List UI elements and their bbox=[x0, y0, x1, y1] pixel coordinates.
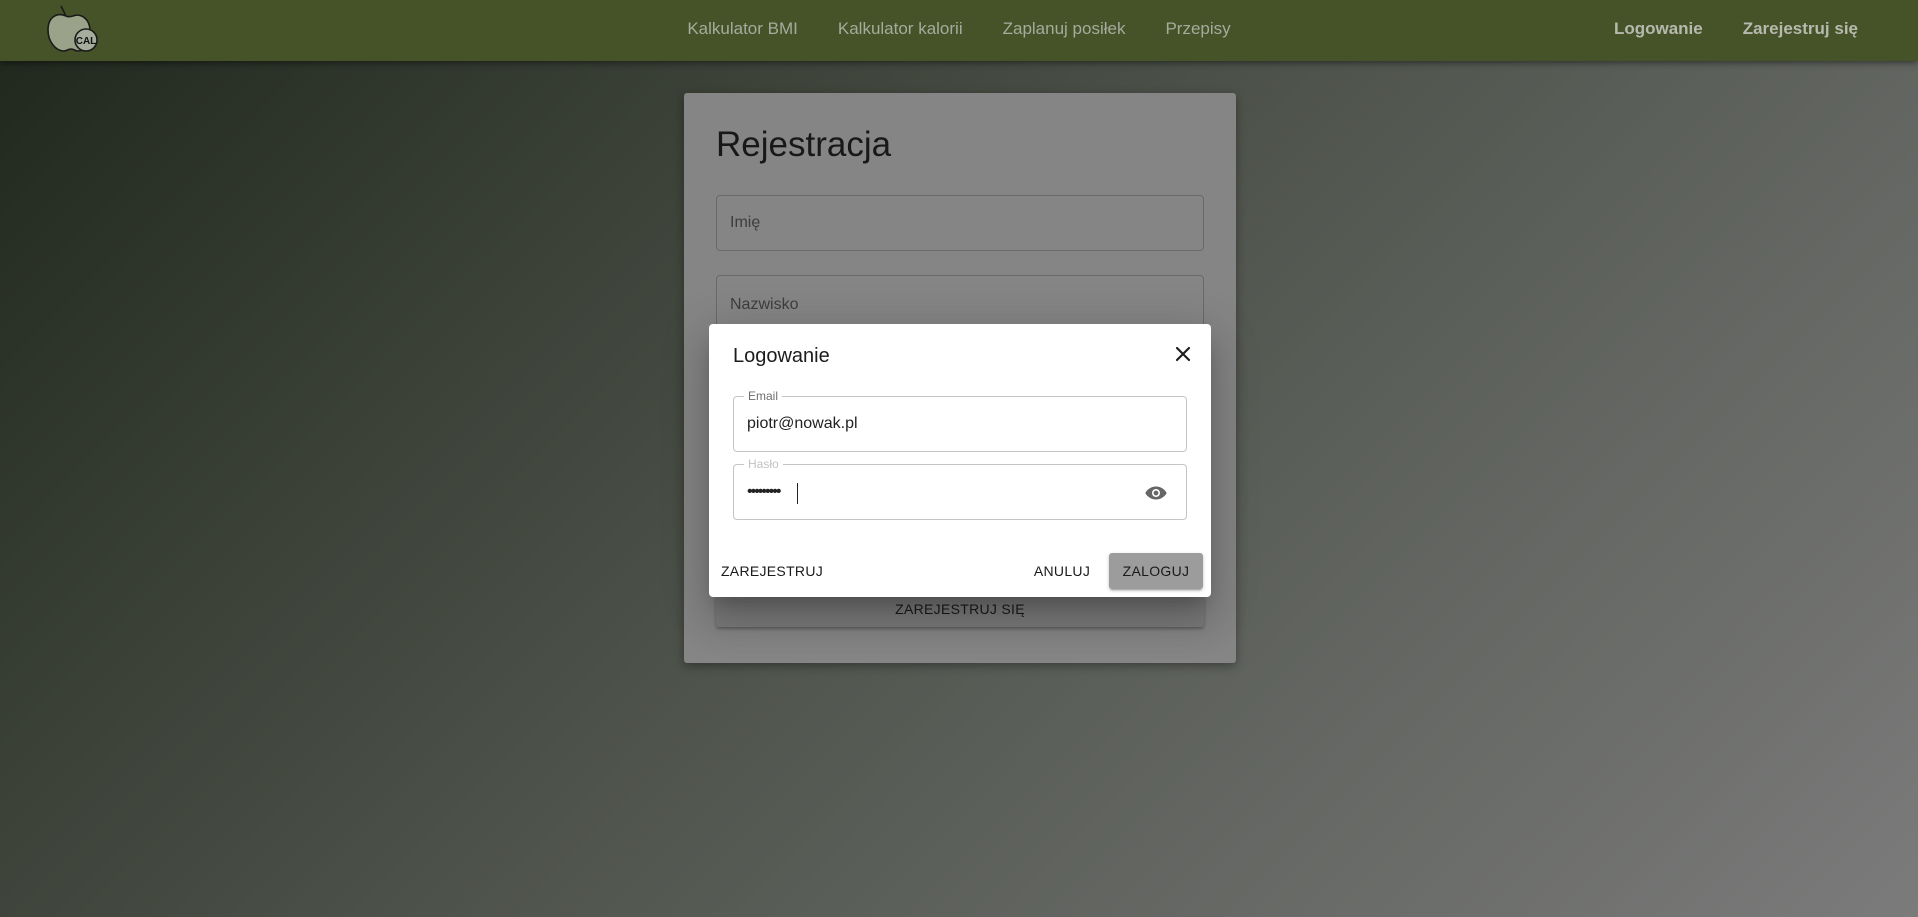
text-cursor bbox=[797, 483, 798, 504]
toggle-password-visibility-button[interactable] bbox=[1142, 479, 1170, 507]
first-name-field[interactable]: Imię bbox=[716, 195, 1204, 251]
app-logo[interactable]: CAL bbox=[44, 5, 100, 55]
nav-link-bmi-calculator[interactable]: Kalkulator BMI bbox=[667, 19, 818, 39]
password-input[interactable] bbox=[747, 465, 1147, 519]
close-icon bbox=[1175, 346, 1191, 362]
logo-text: CAL bbox=[76, 36, 97, 47]
nav-link-calorie-calculator[interactable]: Kalkulator kalorii bbox=[818, 19, 983, 39]
dialog-login-button[interactable]: ZALOGUJ bbox=[1109, 553, 1203, 589]
nav-link-recipes[interactable]: Przepisy bbox=[1145, 19, 1250, 39]
login-dialog: Logowanie Email Hasło ZAREJESTRUJ ANULUJ… bbox=[709, 324, 1211, 597]
dialog-register-button[interactable]: ZAREJESTRUJ bbox=[717, 553, 827, 589]
top-navbar: CAL Kalkulator BMI Kalkulator kalorii Za… bbox=[0, 0, 1918, 61]
registration-title: Rejestracja bbox=[716, 125, 892, 164]
password-field[interactable]: Hasło bbox=[733, 457, 1187, 520]
email-field[interactable]: Email bbox=[733, 389, 1187, 452]
dialog-title: Logowanie bbox=[733, 345, 830, 367]
close-button[interactable] bbox=[1169, 340, 1197, 368]
nav-login-link[interactable]: Logowanie bbox=[1594, 19, 1723, 39]
nav-register-link[interactable]: Zarejestruj się bbox=[1723, 19, 1878, 39]
eye-icon bbox=[1145, 486, 1167, 500]
nav-link-meal-planner[interactable]: Zaplanuj posiłek bbox=[983, 19, 1146, 39]
apple-logo-icon: CAL bbox=[47, 5, 98, 52]
email-input[interactable] bbox=[747, 397, 1147, 451]
auth-nav: Logowanie Zarejestruj się bbox=[1594, 0, 1878, 57]
dialog-cancel-button[interactable]: ANULUJ bbox=[1026, 553, 1098, 589]
last-name-placeholder: Nazwisko bbox=[730, 296, 799, 313]
first-name-placeholder: Imię bbox=[730, 214, 761, 231]
